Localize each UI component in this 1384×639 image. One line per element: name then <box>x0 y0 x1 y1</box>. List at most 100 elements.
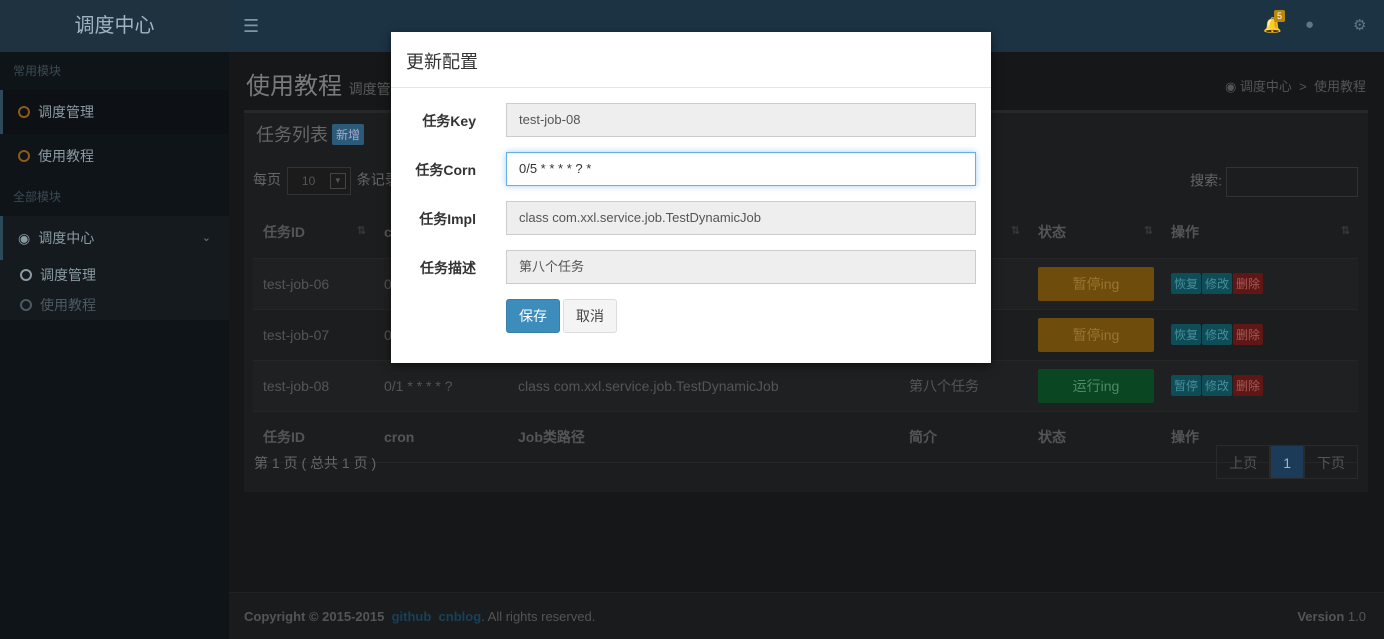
table-row: test-job-08 0/1 * * * * ? class com.xxl.… <box>253 360 1358 412</box>
field-label-cron: 任务Corn <box>415 162 476 178</box>
circle-icon <box>20 299 32 311</box>
form-row-cron: 任务Corn 0/5 * * * * ? * <box>391 152 991 186</box>
dashboard-icon: ◉ <box>18 230 31 246</box>
sidebar-item-label: 使用教程 <box>38 148 94 164</box>
sidebar-subitem-label: 使用教程 <box>40 297 96 313</box>
menu-toggle-icon[interactable]: ☰ <box>243 16 259 37</box>
sidebar-subitem-label: 调度管理 <box>40 267 96 283</box>
cell-id: test-job-07 <box>253 309 374 361</box>
version: Version 1.0 <box>1297 609 1366 624</box>
page-length-select[interactable]: 10 ▼ <box>286 167 351 195</box>
breadcrumb-home[interactable]: 调度中心 <box>1240 79 1292 94</box>
app-logo[interactable]: 调度中心 <box>0 0 229 52</box>
cell-status: 运行ing <box>1028 360 1161 412</box>
page-subtitle: 调度管 <box>348 81 391 97</box>
sidebar-item-label: 调度管理 <box>38 104 94 120</box>
pause-button[interactable]: 暂停 <box>1171 375 1202 396</box>
sort-icon: ⇅ <box>1143 225 1153 237</box>
cancel-button[interactable]: 取消 <box>563 299 617 333</box>
sidebar-item-tutorial[interactable]: 使用教程 <box>0 134 229 178</box>
cell-id: test-job-06 <box>253 258 374 310</box>
edit-button[interactable]: 修改 <box>1202 324 1233 345</box>
edit-button[interactable]: 修改 <box>1202 273 1233 294</box>
cell-status: 暂停ing <box>1028 309 1161 361</box>
cell-actions: 暂停 修改 删除 <box>1161 360 1358 412</box>
page-title: 使用教程 调度管 <box>246 66 391 101</box>
cell-cron: 0/1 * * * * ? <box>374 360 508 412</box>
header-text: 任务ID <box>263 224 305 241</box>
circle-icon <box>20 269 32 281</box>
footer-header-cron: cron <box>374 411 508 463</box>
save-button[interactable]: 保存 <box>506 299 560 333</box>
next-page-button[interactable]: 下页 <box>1304 445 1358 479</box>
job-cron-input[interactable]: 0/5 * * * * ? * <box>506 152 976 186</box>
column-header-actions[interactable]: 操作 ⇅ <box>1161 207 1358 259</box>
search-label: 搜索: <box>1190 172 1222 189</box>
breadcrumb: ◉ 调度中心 > 使用教程 <box>1224 79 1366 94</box>
cell-path: class com.xxl.service.job.TestDynamicJob <box>508 360 899 412</box>
field-label-impl: 任务Impl <box>419 211 476 227</box>
sidebar-subitem-job-manage[interactable]: 调度管理 <box>0 260 229 290</box>
sort-icon: ⇅ <box>1340 225 1350 237</box>
cell-actions: 恢复 修改 删除 <box>1161 309 1358 361</box>
page-length-control: 每页 10 ▼ 条记录 <box>253 167 399 195</box>
column-header-status[interactable]: 状态 ⇅ <box>1028 207 1161 259</box>
header-text: 操作 <box>1171 224 1199 241</box>
page-1-button[interactable]: 1 <box>1270 445 1304 479</box>
page-footer: Copyright © 2015-2015 github cnblog. All… <box>229 592 1384 639</box>
update-config-modal: 更新配置 任务Key test-job-08 任务Corn 0/5 * * * … <box>391 32 991 363</box>
job-desc-input[interactable]: 第八个任务 <box>506 250 976 284</box>
delete-button[interactable]: 删除 <box>1233 273 1264 294</box>
per-page-prefix: 每页 <box>253 171 281 188</box>
rights-text: . All rights reserved. <box>481 609 596 624</box>
copyright: Copyright © 2015-2015 github cnblog. All… <box>244 609 595 624</box>
delete-button[interactable]: 删除 <box>1233 324 1264 345</box>
sidebar-header-common: 常用模块 <box>13 64 62 78</box>
pagination-info: 第 1 页 ( 总共 1 页 ) <box>254 455 377 471</box>
user-icon[interactable]: ● <box>1305 16 1314 33</box>
sort-icon: ⇅ <box>356 225 366 237</box>
box-title: 任务列表 新增 <box>256 121 365 147</box>
sidebar-subitem-tutorial[interactable]: 使用教程 <box>0 290 229 320</box>
sidebar-item-label: 调度中心 <box>38 230 95 246</box>
sidebar-item-scheduler[interactable]: ◉ 调度中心 ⌄ <box>0 216 229 260</box>
gears-icon[interactable]: ⚙ <box>1353 16 1366 34</box>
sort-icon: ⇅ <box>1010 225 1020 237</box>
status-badge: 暂停ing <box>1038 266 1154 301</box>
job-impl-input[interactable]: class com.xxl.service.job.TestDynamicJob <box>506 201 976 235</box>
version-number: 1.0 <box>1347 609 1366 624</box>
prev-page-button[interactable]: 上页 <box>1216 445 1271 479</box>
box-title-text: 任务列表 <box>256 125 328 145</box>
edit-button[interactable]: 修改 <box>1202 375 1233 396</box>
notification-badge: 5 <box>1274 10 1286 22</box>
sidebar: 常用模块 调度管理 使用教程 全部模块 ◉ 调度中心 ⌄ 调度管理 使用教程 <box>0 52 229 639</box>
job-key-input[interactable]: test-job-08 <box>506 103 976 137</box>
cell-actions: 恢复 修改 删除 <box>1161 258 1358 310</box>
resume-button[interactable]: 恢复 <box>1171 273 1202 294</box>
field-label-desc: 任务描述 <box>420 260 476 276</box>
dashboard-icon: ◉ <box>1224 79 1237 94</box>
search-input[interactable] <box>1226 167 1358 197</box>
chevron-down-icon: ⌄ <box>201 232 211 244</box>
page-length-value: 10 <box>301 174 316 188</box>
breadcrumb-current: 使用教程 <box>1313 79 1366 94</box>
modal-title: 更新配置 <box>391 32 991 88</box>
delete-button[interactable]: 删除 <box>1233 375 1264 396</box>
column-header-id[interactable]: 任务ID ⇅ <box>253 207 374 259</box>
circle-icon <box>18 106 30 118</box>
status-badge: 暂停ing <box>1038 317 1154 352</box>
cell-desc: 第八个任务 <box>899 360 1028 412</box>
sidebar-item-job-manage[interactable]: 调度管理 <box>0 90 229 134</box>
caret-down-icon: ▼ <box>329 173 346 189</box>
header-text: 状态 <box>1038 224 1066 241</box>
resume-button[interactable]: 恢复 <box>1171 324 1202 345</box>
field-label-key: 任务Key <box>422 113 476 129</box>
form-row-key: 任务Key test-job-08 <box>391 103 991 137</box>
page-title-text: 使用教程 <box>246 73 342 100</box>
cell-status: 暂停ing <box>1028 258 1161 310</box>
add-job-button[interactable]: 新增 <box>332 124 365 145</box>
status-badge: 运行ing <box>1038 368 1154 403</box>
version-label: Version <box>1297 609 1345 624</box>
cnblog-link[interactable]: cnblog <box>439 609 482 624</box>
github-link[interactable]: github <box>392 609 432 624</box>
